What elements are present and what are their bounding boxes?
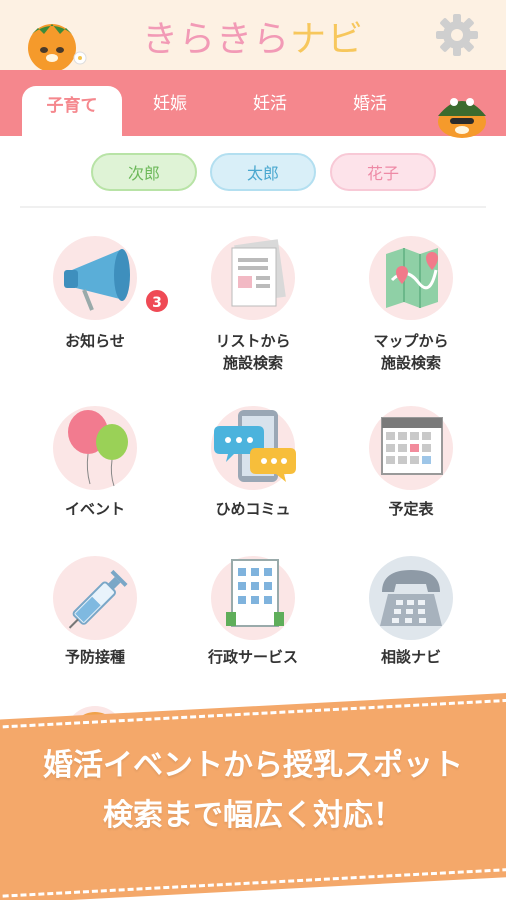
app-title-part2: ナビ	[290, 19, 365, 60]
menu-calendar[interactable]: 予定表	[336, 406, 486, 556]
telephone-icon	[380, 570, 442, 626]
menu-list-search[interactable]: リストから 施設検索	[178, 236, 328, 386]
tab-ninshin[interactable]: 妊娠	[120, 88, 220, 120]
document-icon	[231, 239, 286, 307]
mikan-mascot-helmet-icon	[438, 98, 486, 138]
child-chip-hanako[interactable]: 花子	[330, 153, 436, 191]
building-icon	[226, 559, 284, 627]
menu-event[interactable]: イベント	[20, 406, 170, 556]
megaphone-icon	[64, 249, 130, 311]
menu-vaccination[interactable]: 予防接種	[20, 556, 170, 706]
menu-label-line1: リストから	[215, 332, 291, 350]
tab-ninkatsu[interactable]: 妊活	[220, 88, 320, 120]
syringe-icon	[68, 569, 128, 629]
menu-label: リストから 施設検索	[178, 330, 328, 374]
map-pin-icon	[386, 248, 438, 308]
tab-konkatsu[interactable]: 婚活	[320, 88, 420, 120]
child-chip-jiro[interactable]: 次郎	[91, 153, 197, 191]
menu-label: 相談ナビ	[380, 648, 441, 666]
app-header: きらきらナビ	[0, 0, 506, 72]
menu-label: 行政サービス	[207, 648, 298, 666]
menu-gov-service[interactable]: 行政サービス	[178, 556, 328, 706]
menu-map-search[interactable]: マップから 施設検索	[336, 236, 486, 386]
calendar-icon	[381, 417, 443, 475]
balloon-icon	[68, 410, 128, 487]
app-title-part1: きらきら	[141, 19, 290, 60]
category-tab-bar: 子育て 妊娠 妊活 婚活	[0, 70, 506, 136]
divider	[20, 206, 486, 208]
menu-community[interactable]: ひめコミュ	[178, 406, 328, 556]
menu-notice[interactable]: 3 お知らせ	[20, 236, 170, 386]
menu-label: イベント	[64, 500, 125, 518]
promo-banner-line2: 検索まで幅広く対応！	[103, 798, 403, 833]
menu-label: 予防接種	[64, 648, 125, 666]
menu-label-line2: 施設検索	[222, 354, 283, 372]
menu-label-line1: マップから	[373, 332, 449, 350]
notification-badge: 3	[144, 288, 170, 314]
child-chip-taro[interactable]: 太郎	[210, 153, 316, 191]
promo-banner-line1: 婚活イベントから授乳スポット	[43, 748, 463, 783]
gear-icon[interactable]	[434, 12, 480, 58]
menu-label: マップから 施設検索	[336, 330, 486, 374]
tab-kosodate[interactable]: 子育て	[22, 86, 122, 136]
menu-label: ひめコミュ	[215, 500, 291, 518]
menu-label-line2: 施設検索	[380, 354, 441, 372]
chat-bubble-icon	[214, 410, 296, 482]
app-title: きらきらナビ	[0, 10, 506, 62]
menu-consult[interactable]: 相談ナビ	[336, 556, 486, 706]
menu-label: お知らせ	[65, 332, 125, 350]
menu-label: 予定表	[388, 500, 434, 518]
